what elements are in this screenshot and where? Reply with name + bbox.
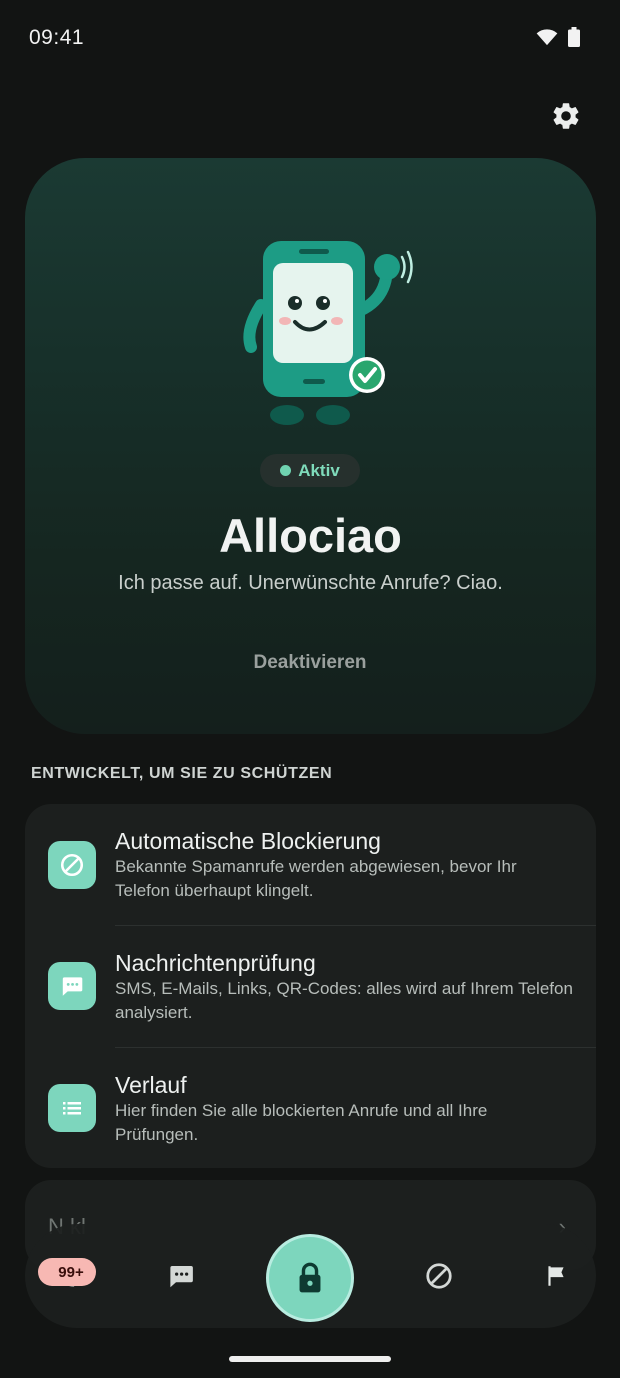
feature-icon-tile [48, 962, 96, 1010]
mascot-illustration [243, 241, 413, 425]
block-icon [60, 853, 84, 877]
feature-icon-tile [48, 1084, 96, 1132]
gear-icon [553, 103, 579, 129]
feature-title: Verlauf [115, 1072, 187, 1098]
feature-title: Nachrichtenprüfung [115, 950, 316, 976]
feature-description: Bekannte Spamanrufe werden abgewiesen, b… [115, 857, 517, 900]
feature-icon-tile [48, 841, 96, 889]
battery-icon [568, 27, 580, 47]
section-title: ENTWICKELT, UM SIE ZU SCHÜTZEN [31, 765, 333, 782]
feature-title: Automatische Blockierung [115, 828, 381, 854]
block-icon [426, 1263, 452, 1289]
home-indicator[interactable] [229, 1356, 391, 1362]
list-icon [63, 1102, 81, 1115]
status-icons [536, 27, 580, 47]
settings-button[interactable] [546, 96, 586, 136]
wifi-icon [536, 29, 558, 46]
status-label: Aktiv [298, 460, 340, 480]
feature-history[interactable]: Verlauf Hier finden Sie alle blockierten… [25, 1048, 596, 1169]
nav-reports[interactable] [534, 1254, 578, 1298]
feature-description: Hier finden Sie alle blockierten Anrufe … [115, 1101, 488, 1144]
status-bar: 09:41 [0, 0, 620, 76]
protection-status-card: Aktiv Allociao Ich passe auf. Unerwünsch… [25, 158, 596, 734]
status-dot [280, 465, 292, 476]
nav-blocked[interactable] [417, 1254, 461, 1298]
message-icon [62, 977, 83, 996]
lock-icon [299, 1262, 321, 1293]
missed-calls-badge: 99+ [38, 1258, 96, 1286]
feature-auto-block[interactable]: Automatische Blockierung Bekannte Spaman… [25, 804, 596, 925]
protection-lock-button[interactable] [266, 1234, 354, 1322]
features-list: Automatische Blockierung Bekannte Spaman… [25, 804, 596, 1168]
message-icon [170, 1266, 193, 1288]
deactivate-button[interactable]: Deaktivieren [210, 652, 410, 674]
app-title: Allociao [219, 509, 402, 562]
nav-messages[interactable] [159, 1254, 203, 1298]
flag-icon [548, 1266, 564, 1286]
feature-message-check[interactable]: Nachrichtenprüfung SMS, E-Mails, Links, … [25, 926, 596, 1047]
status-time: 09:41 [29, 26, 85, 49]
feature-description: SMS, E-Mails, Links, QR-Codes: alles wir… [115, 979, 573, 1022]
status-badge: Aktiv [260, 454, 360, 487]
app-tagline: Ich passe auf. Unerwünschte Anrufe? Ciao… [118, 572, 503, 594]
